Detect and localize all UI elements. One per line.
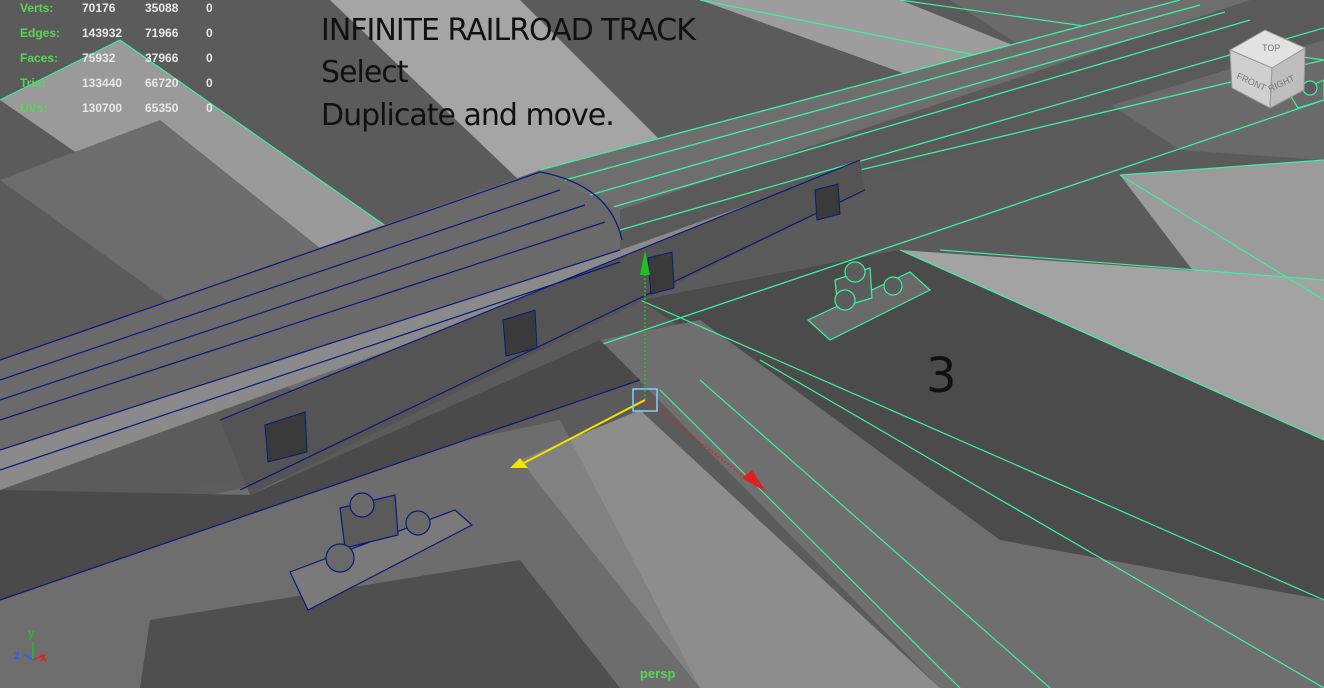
hud-value-extra: 0 — [206, 76, 213, 90]
caption-title: INFINITE RAILROAD TRACK — [321, 13, 696, 48]
caption-step-select: Select — [321, 55, 409, 90]
hud-label: Edges: — [20, 26, 61, 40]
camera-name-label: persp — [640, 666, 676, 681]
axis-z-label: z — [14, 648, 20, 662]
view-cube-top-label: TOP — [1262, 43, 1280, 53]
hud-value-total: 133440 — [82, 76, 123, 90]
hud-label: Verts: — [20, 1, 54, 15]
hud-value-total: 143932 — [82, 26, 123, 40]
hud-value-total: 70176 — [82, 1, 116, 15]
hud-value-selected: 65350 — [145, 101, 179, 115]
hud-value-selected: 37966 — [145, 51, 179, 65]
hud-value-selected: 35088 — [145, 1, 179, 15]
axis-y-label: y — [28, 626, 35, 640]
hud-value-selected: 71966 — [145, 26, 179, 40]
axis-x-label: x — [40, 650, 47, 664]
step-number: 3 — [926, 348, 957, 404]
hud-label: UVs: — [20, 101, 48, 115]
hud-value-extra: 0 — [206, 51, 213, 65]
hud-value-selected: 66720 — [145, 76, 179, 90]
hud-value-extra: 0 — [206, 26, 213, 40]
caption-step-duplicate: Duplicate and move. — [321, 98, 615, 133]
hud-value-total: 75932 — [82, 51, 116, 65]
hud-value-total: 130700 — [82, 101, 123, 115]
hud-value-extra: 0 — [206, 101, 213, 115]
hud-label: Tris: — [20, 76, 46, 90]
hud-value-extra: 0 — [206, 1, 213, 15]
hud-label: Faces: — [20, 51, 59, 65]
maya-viewport[interactable]: TOP FRONT RIGHT — [0, 0, 1324, 688]
